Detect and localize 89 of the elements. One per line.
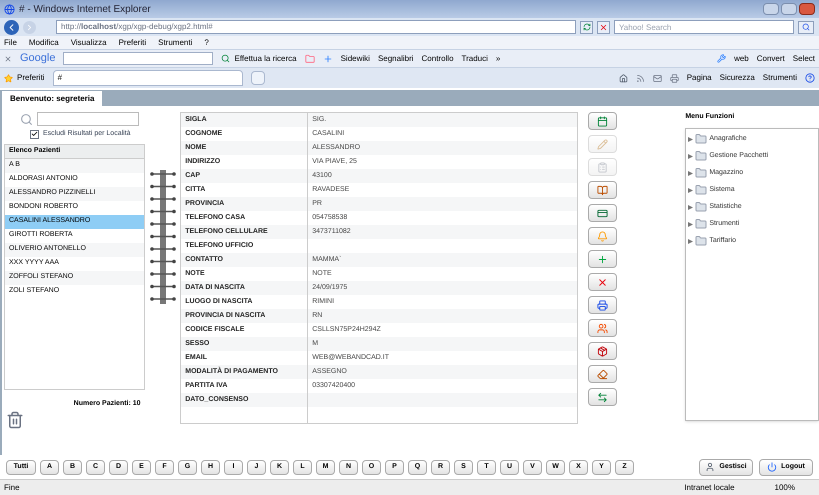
feed-icon [636, 74, 645, 82]
check-icon [31, 130, 38, 138]
browser-tab[interactable]: # [52, 70, 243, 86]
zoom-text: 100% [774, 482, 795, 494]
close-icon [4, 54, 12, 62]
plus-icon [322, 54, 333, 64]
plus-icon [596, 254, 608, 264]
wrench-icon [717, 54, 726, 63]
url-text: http://localhost/xgp/xgp-debug/xgp2.html# [61, 21, 213, 33]
delete-icon [596, 276, 608, 288]
power-icon [767, 462, 778, 472]
window-title: # - Windows Internet Explorer [19, 2, 151, 16]
toolbar-item[interactable]: Select [792, 52, 815, 64]
tool-button[interactable] [588, 181, 617, 199]
tool-button[interactable] [588, 296, 617, 314]
folder-icon [695, 150, 708, 162]
swap-icon [596, 392, 608, 402]
minimize-button[interactable] [763, 3, 779, 15]
toolbar-item[interactable]: Convert [756, 52, 785, 64]
search-icon [20, 112, 33, 126]
tool-button[interactable] [588, 365, 617, 383]
folder-icon [695, 201, 708, 213]
menu-item[interactable]: ? [204, 36, 209, 48]
command-button[interactable]: Sicurezza [720, 72, 755, 84]
clipboard-icon [596, 162, 608, 172]
search-toolbar-button[interactable]: Effettua la ricerca [221, 52, 297, 64]
eraser-icon [596, 368, 608, 380]
menu-item[interactable]: Modifica [28, 36, 59, 48]
menu-item[interactable]: Strumenti [158, 36, 192, 48]
search-button[interactable] [798, 20, 814, 34]
folder-icon [304, 54, 315, 64]
checkbox[interactable] [30, 130, 39, 139]
menu-item[interactable]: Preferiti [118, 36, 146, 48]
tool-button[interactable] [588, 273, 617, 291]
back-button[interactable] [4, 20, 19, 34]
tool-button[interactable] [588, 112, 617, 130]
tool-button[interactable] [588, 250, 617, 268]
maximize-button[interactable] [781, 3, 797, 15]
stop-icon [599, 22, 608, 32]
app-tab[interactable]: Benvenuto: segreteria [2, 91, 102, 106]
card-icon [596, 208, 608, 218]
status-text: Fine [4, 482, 20, 494]
package-icon [596, 346, 608, 356]
toolbar-item[interactable]: web [734, 52, 749, 64]
tool-button[interactable] [588, 319, 617, 337]
command-button[interactable]: Strumenti [762, 72, 797, 84]
tool-button[interactable] [588, 342, 617, 360]
browser-logo-icon [4, 4, 15, 14]
toolbar-item[interactable]: Sidewiki [340, 52, 370, 64]
pencil-icon [596, 138, 608, 150]
refresh-button[interactable] [580, 20, 593, 34]
tool-button[interactable] [588, 388, 617, 406]
toolbar-item[interactable]: Traduci [462, 52, 488, 64]
menu-item[interactable]: Visualizza [70, 36, 107, 48]
tool-button[interactable] [588, 204, 617, 222]
printer-icon [670, 74, 679, 82]
folder-icon [695, 184, 708, 196]
patient-search-field[interactable] [37, 112, 139, 126]
close-button[interactable] [799, 3, 815, 15]
printer-icon [596, 300, 608, 310]
search-field[interactable]: Yahoo! Search [614, 20, 794, 34]
trash-icon [6, 411, 24, 429]
zone-text: Intranet locale [684, 482, 735, 494]
google-logo: Google [20, 51, 56, 66]
star-icon [4, 74, 13, 82]
folder-icon [695, 218, 708, 230]
menu-item[interactable]: File [4, 36, 17, 48]
calendar-icon [596, 116, 608, 126]
search-icon [802, 23, 810, 31]
search-icon [221, 54, 230, 63]
toolbar-item[interactable]: Segnalibri [378, 52, 414, 64]
google-search-field[interactable] [63, 52, 214, 65]
home-icon [618, 74, 628, 82]
toolbar-item[interactable]: » [496, 52, 500, 64]
favorites-button[interactable]: Preferiti [4, 72, 45, 84]
bell-icon [596, 230, 608, 242]
folder-icon [695, 235, 708, 247]
stop-button[interactable] [597, 20, 610, 34]
mail-icon [652, 74, 662, 82]
refresh-icon [582, 23, 590, 31]
toolbar-item[interactable]: Controllo [422, 52, 454, 64]
folder-icon [695, 133, 708, 145]
users-icon [596, 322, 608, 334]
help-icon [805, 73, 815, 83]
address-field[interactable]: http://localhost/xgp/xgp-debug/xgp2.html# [56, 20, 576, 34]
command-button[interactable]: Pagina [686, 72, 712, 84]
book-icon [596, 184, 608, 196]
user-icon [705, 462, 716, 472]
folder-icon [695, 167, 708, 179]
